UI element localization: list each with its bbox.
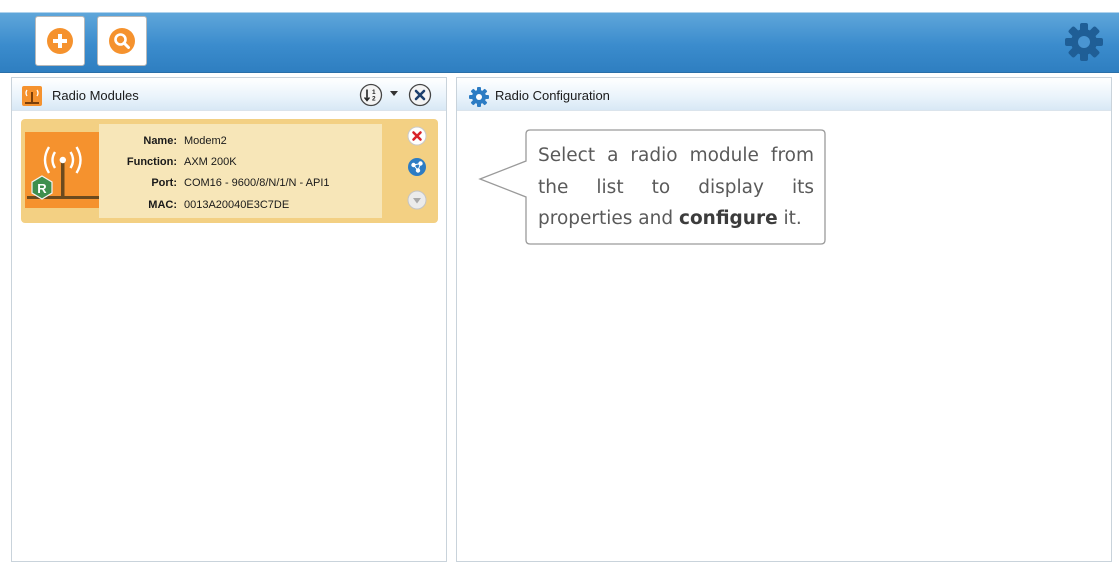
search-icon <box>109 28 135 54</box>
add-radio-module-button[interactable] <box>35 16 85 66</box>
radio-module-details: Name: Modem2 Function: AXM 200K Port: CO… <box>99 124 382 218</box>
port-value: COM16 - 9600/8/N/1/N - API1 <box>184 177 330 189</box>
gear-icon <box>469 87 489 107</box>
radio-module-icon: R <box>25 132 101 208</box>
function-label: Function: <box>126 156 177 168</box>
radio-module-item[interactable]: R Name: Modem2 Function: AXM 200K Port: … <box>21 119 438 223</box>
radio-modules-icon <box>22 86 42 106</box>
mac-label: MAC: <box>148 199 177 211</box>
radio-modules-panel: Radio Modules 1 2 R Name: Modem2 Functio… <box>11 77 447 562</box>
svg-text:2: 2 <box>372 96 376 103</box>
radio-modules-title: Radio Modules <box>52 88 139 103</box>
name-label: Name: <box>143 135 177 147</box>
sort-icon[interactable]: 1 2 <box>359 83 383 107</box>
radio-configuration-title: Radio Configuration <box>495 88 610 103</box>
role-badge: R <box>37 181 47 196</box>
mac-value: 0013A20040E3C7DE <box>184 199 290 211</box>
hint-text: Select a radio module from the list to d… <box>538 145 814 229</box>
sort-dropdown-caret[interactable] <box>390 91 398 96</box>
close-icon[interactable] <box>408 83 432 107</box>
remove-icon[interactable] <box>407 126 427 146</box>
expand-icon[interactable] <box>407 190 427 210</box>
radio-configuration-header: Radio Configuration <box>457 78 1111 111</box>
radio-modules-header: Radio Modules 1 2 <box>12 78 446 111</box>
gear-icon[interactable] <box>1063 21 1105 63</box>
port-label: Port: <box>151 177 177 189</box>
plus-icon <box>47 28 73 54</box>
discover-radio-modules-button[interactable] <box>97 16 147 66</box>
function-value: AXM 200K <box>184 156 237 168</box>
name-value: Modem2 <box>184 135 227 147</box>
network-icon[interactable] <box>407 157 427 177</box>
hint-bold-word: configure <box>678 208 778 229</box>
main-toolbar <box>0 0 1119 73</box>
